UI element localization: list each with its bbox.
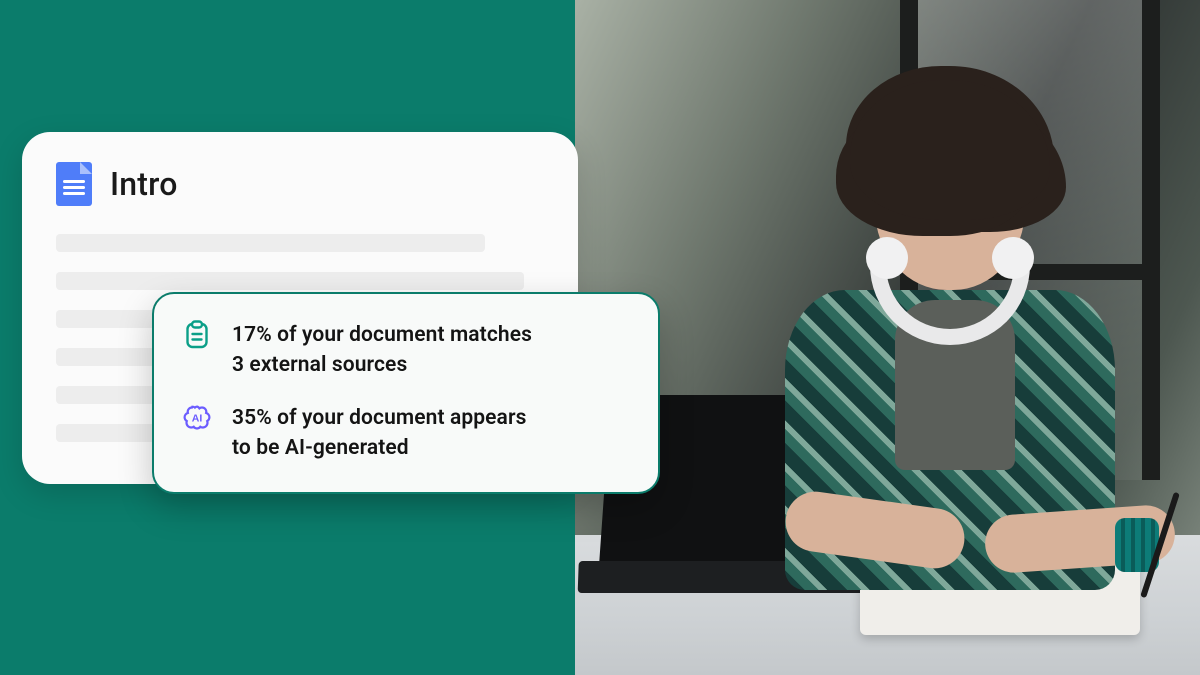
ai-brain-icon: AI (182, 403, 212, 433)
clipboard-icon (182, 320, 212, 350)
ai-text: 35% of your document appears to be AI-ge… (232, 403, 527, 464)
placeholder-line (56, 234, 485, 252)
document-title: Intro (110, 165, 178, 203)
svg-text:AI: AI (192, 412, 203, 424)
originality-popover: 17% of your document matches 3 external … (152, 292, 660, 494)
placeholder-line (56, 272, 524, 290)
document-header: Intro (56, 162, 544, 206)
ai-line-1: 35% of your document appears (232, 406, 527, 430)
photo-hair (850, 80, 1050, 220)
plagiarism-insight: 17% of your document matches 3 external … (182, 320, 628, 381)
promo-stage: Intro 17% of your document matches (0, 0, 1200, 675)
google-doc-icon (56, 162, 92, 206)
hero-photo (575, 0, 1200, 675)
photo-person (755, 70, 1135, 540)
ai-insight: AI 35% of your document appears to be AI… (182, 403, 628, 464)
plagiarism-line-2: 3 external sources (232, 353, 407, 377)
ai-line-2: to be AI-generated (232, 436, 409, 460)
plagiarism-text: 17% of your document matches 3 external … (232, 320, 532, 381)
plagiarism-line-1: 17% of your document matches (232, 323, 532, 347)
